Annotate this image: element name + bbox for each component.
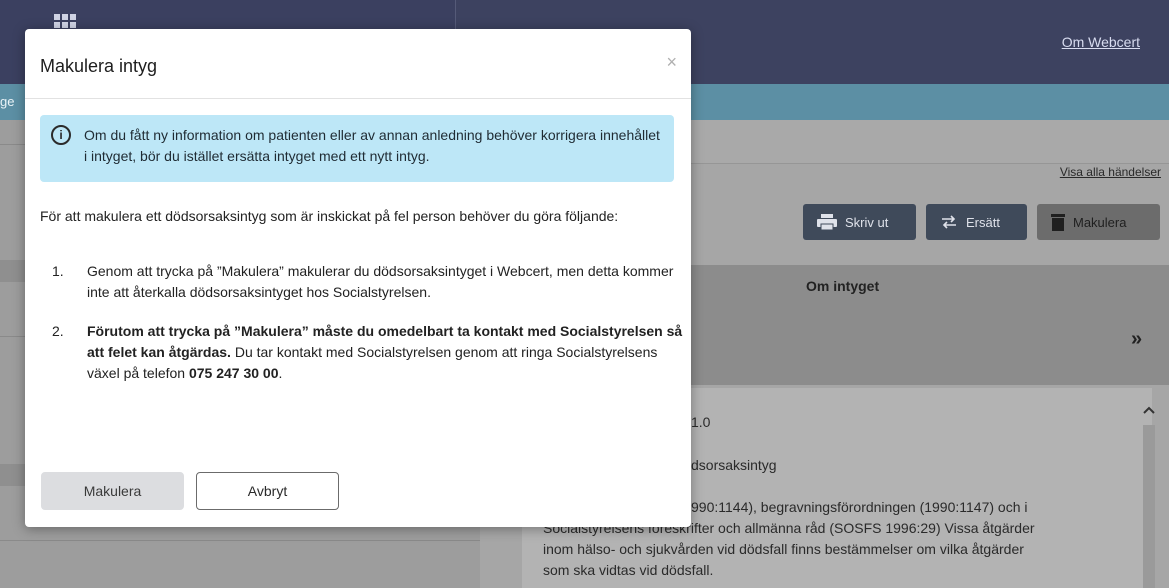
expand-chevrons-icon[interactable]: » [1131, 328, 1142, 351]
close-icon[interactable]: × [666, 53, 677, 71]
makulera-toolbar-button[interactable]: Makulera [1037, 204, 1160, 240]
about-text-line: dsorsaksintyg [691, 457, 777, 473]
dialog-intro: För att makulera ett dödsorsaksintyg som… [40, 208, 619, 224]
makulera-confirm-button[interactable]: Makulera [41, 472, 184, 510]
info-alert: i Om du fått ny information om patienten… [40, 115, 674, 182]
dialog-header: Makulera intyg × [25, 29, 691, 99]
print-button[interactable]: Skriv ut [803, 204, 916, 240]
about-text-line: som ska vidtas vid dödsfall. [543, 562, 714, 578]
cancel-button[interactable]: Avbryt [196, 472, 339, 510]
dialog-title: Makulera intyg [40, 56, 158, 76]
step-number: 1. [52, 263, 64, 279]
about-webcert-link[interactable]: Om Webcert [1062, 34, 1140, 50]
step-text: Förutom att trycka på ”Makulera” måste d… [87, 321, 687, 384]
info-bar-text: ge [0, 94, 15, 109]
step-end: . [278, 365, 283, 381]
info-icon: i [51, 125, 71, 145]
about-certificate-title: Om intyget [806, 278, 880, 294]
about-text-line: 990:1144), begravningsförordningen (1990… [691, 499, 1028, 515]
replace-label: Ersätt [966, 214, 1000, 230]
show-all-events-link[interactable]: Visa alla händelser [1060, 165, 1161, 179]
print-label: Skriv ut [845, 214, 889, 230]
swap-arrows-icon [942, 215, 956, 229]
step-number: 2. [52, 323, 64, 339]
scrollbar-track[interactable] [1143, 425, 1155, 588]
replace-button[interactable]: Ersätt [926, 204, 1027, 240]
alert-text: Om du fått ny information om patienten e… [84, 127, 660, 164]
step-text: Genom att trycka på ”Makulera” makulerar… [87, 263, 674, 300]
makulera-dialog: Makulera intyg × i Om du fått ny informa… [25, 29, 691, 527]
printer-icon [817, 214, 837, 230]
app-grid-icon[interactable] [54, 14, 76, 30]
makulera-toolbar-label: Makulera [1073, 214, 1127, 230]
trash-icon [1051, 214, 1065, 231]
phone-number: 075 247 30 00 [188, 365, 279, 381]
about-text-line: 1.0 [691, 414, 711, 430]
scroll-up-icon[interactable] [1142, 404, 1156, 416]
about-text-line: inom hälso- och sjukvården vid dödsfall … [543, 541, 1024, 557]
